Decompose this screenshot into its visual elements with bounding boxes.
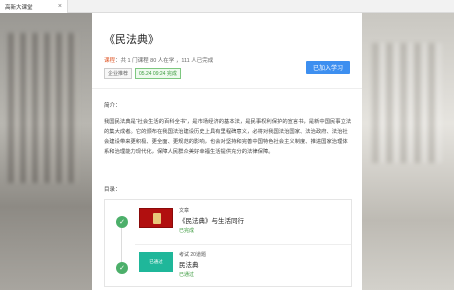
- check-icon: ✓: [116, 262, 128, 274]
- list-item[interactable]: 已通过 考试 20道题 民法典 已通过: [139, 252, 339, 282]
- book-thumbnail: [139, 208, 173, 228]
- course-title: 《民法典》: [104, 34, 159, 46]
- intro-section: 简介： 我国民法典是“社会生活的百科全书”，是市场经济的基本法，是民事权利保护的…: [104, 101, 352, 157]
- exam-thumb-label: 已通过: [149, 259, 163, 264]
- exam-thumbnail: 已通过: [139, 252, 173, 272]
- browser-tab-bar: 高新大课堂 ×: [0, 0, 454, 13]
- tab-title: 高新大课堂: [5, 4, 33, 11]
- divider: [135, 244, 351, 245]
- check-icon: ✓: [116, 216, 128, 228]
- close-icon[interactable]: ×: [58, 2, 62, 11]
- item-name: 民法典: [179, 262, 199, 269]
- item-status: 已通过: [179, 272, 195, 278]
- category-badge: 企业推荐: [104, 68, 133, 79]
- meta-text: ：共 1 门课程 80 人在学 ，111 人已完成: [115, 58, 214, 64]
- toc-section: 目录： ✓ 文章 《民法典》与生活同行 已完成 ✓ 已通过 考试 20道题 民法…: [104, 185, 352, 287]
- item-status: 已完成: [179, 228, 195, 234]
- meta-tag: 课程: [104, 58, 116, 64]
- toc-heading: 目录：: [104, 187, 121, 193]
- list-item[interactable]: 文章 《民法典》与生活同行 已完成: [139, 208, 339, 238]
- background-image-right: [362, 13, 454, 290]
- browser-tab[interactable]: 高新大课堂 ×: [0, 0, 68, 13]
- intro-text: 我国民法典是“社会生活的百科全书”，是市场经济的基本法，是民事权利保护的宣言书，…: [104, 119, 352, 155]
- course-card: 《民法典》 课程：共 1 门课程 80 人在学 ，111 人已完成 企业推荐 0…: [92, 13, 362, 290]
- item-type: 考试 20道题: [179, 252, 206, 258]
- join-learning-button[interactable]: 已加入学习: [306, 61, 350, 74]
- completion-badge: 05.24 09:24 完成: [135, 68, 181, 79]
- item-text: 考试 20道题 民法典 已通过: [179, 251, 206, 278]
- item-type: 文章: [179, 208, 190, 214]
- course-header: 《民法典》 课程：共 1 门课程 80 人在学 ，111 人已完成 企业推荐 0…: [92, 13, 362, 89]
- item-text: 文章 《民法典》与生活同行 已完成: [179, 207, 244, 234]
- item-name: 《民法典》与生活同行: [179, 218, 244, 225]
- background-image-left: [0, 13, 92, 290]
- intro-heading: 简介：: [104, 103, 121, 109]
- toc-list: ✓ 文章 《民法典》与生活同行 已完成 ✓ 已通过 考试 20道题 民法典 已通: [104, 199, 352, 287]
